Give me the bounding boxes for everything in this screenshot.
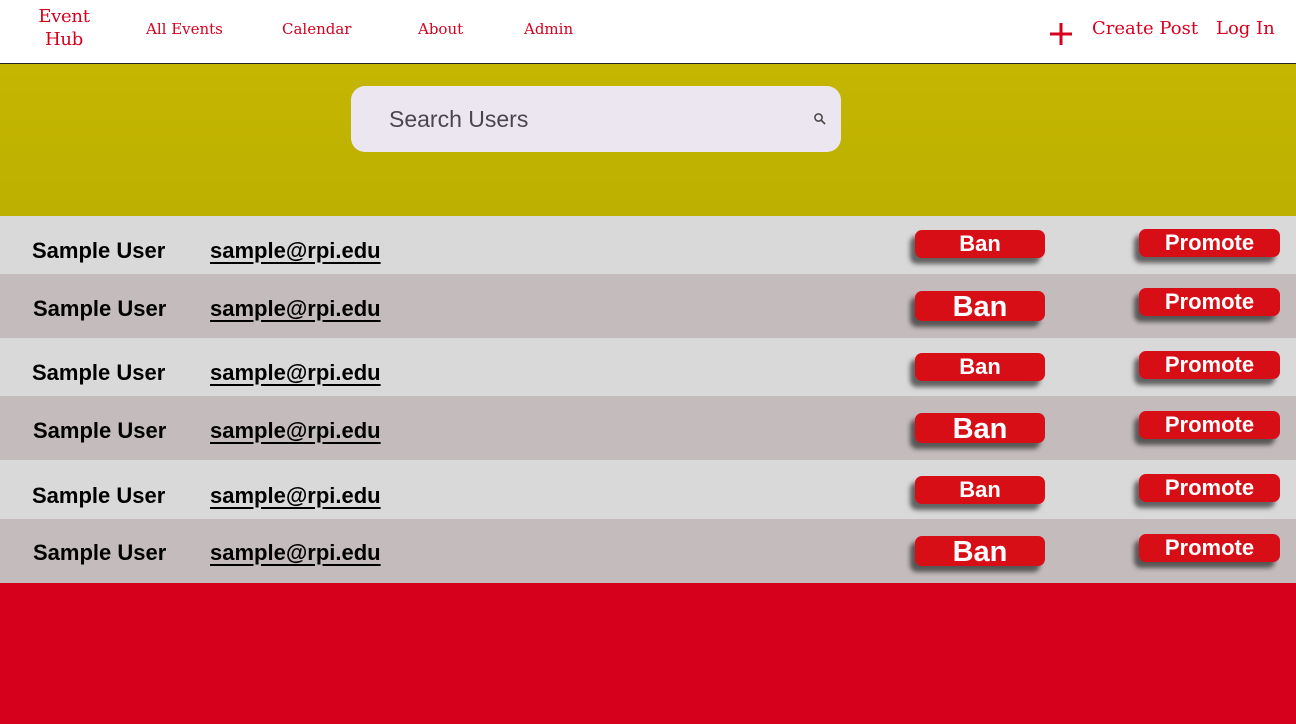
ban-button[interactable]: Ban (915, 413, 1045, 445)
nav-link-all-events[interactable]: All Events (146, 20, 223, 38)
promote-button[interactable]: Promote (1139, 534, 1280, 562)
footer-band (0, 583, 1296, 724)
promote-button[interactable]: Promote (1139, 474, 1280, 502)
nav-link-about[interactable]: About (418, 20, 463, 38)
promote-button[interactable]: Promote (1139, 411, 1280, 439)
user-name: Sample User (32, 238, 166, 263)
create-post-link[interactable]: Create Post (1092, 18, 1198, 39)
promote-button[interactable]: Promote (1139, 351, 1280, 379)
ban-button[interactable]: Ban (915, 291, 1045, 323)
search-input[interactable] (369, 86, 799, 152)
search-box (351, 86, 841, 152)
ban-button[interactable]: Ban (915, 230, 1045, 258)
user-email-link[interactable]: sample@rpi.edu (210, 540, 381, 566)
user-name: Sample User (32, 483, 166, 508)
promote-button[interactable]: Promote (1139, 288, 1280, 316)
user-email-link[interactable]: sample@rpi.edu (210, 238, 381, 264)
user-email-link[interactable]: sample@rpi.edu (210, 360, 381, 386)
ban-button[interactable]: Ban (915, 353, 1045, 381)
user-row: Sample User sample@rpi.edu Ban Promote (0, 274, 1296, 338)
brand-line-2: Hub (45, 29, 83, 50)
user-email-link[interactable]: sample@rpi.edu (210, 418, 381, 444)
user-row: Sample User sample@rpi.edu Ban Promote (0, 460, 1296, 519)
user-row: Sample User sample@rpi.edu Ban Promote (0, 338, 1296, 396)
user-email-link[interactable]: sample@rpi.edu (210, 483, 381, 509)
user-row: Sample User sample@rpi.edu Ban Promote (0, 216, 1296, 274)
user-row: Sample User sample@rpi.edu Ban Promote (0, 519, 1296, 583)
brand-line-1: Event (38, 6, 90, 27)
top-navbar: Event Hub All Events Calendar About Admi… (0, 0, 1296, 64)
brand-logo[interactable]: Event Hub (38, 5, 90, 51)
user-email-link[interactable]: sample@rpi.edu (210, 296, 381, 322)
ban-button[interactable]: Ban (915, 536, 1045, 568)
user-name: Sample User (33, 540, 167, 565)
log-in-link[interactable]: Log In (1216, 18, 1275, 39)
nav-link-admin[interactable]: Admin (524, 20, 573, 38)
promote-button[interactable]: Promote (1139, 229, 1280, 257)
user-name: Sample User (33, 418, 167, 443)
user-name: Sample User (32, 360, 166, 385)
plus-icon[interactable] (1050, 23, 1072, 45)
user-row: Sample User sample@rpi.edu Ban Promote (0, 396, 1296, 460)
user-name: Sample User (33, 296, 167, 321)
nav-link-calendar[interactable]: Calendar (282, 20, 351, 38)
search-icon[interactable] (813, 112, 827, 126)
search-banner (0, 64, 1296, 216)
ban-button[interactable]: Ban (915, 476, 1045, 504)
